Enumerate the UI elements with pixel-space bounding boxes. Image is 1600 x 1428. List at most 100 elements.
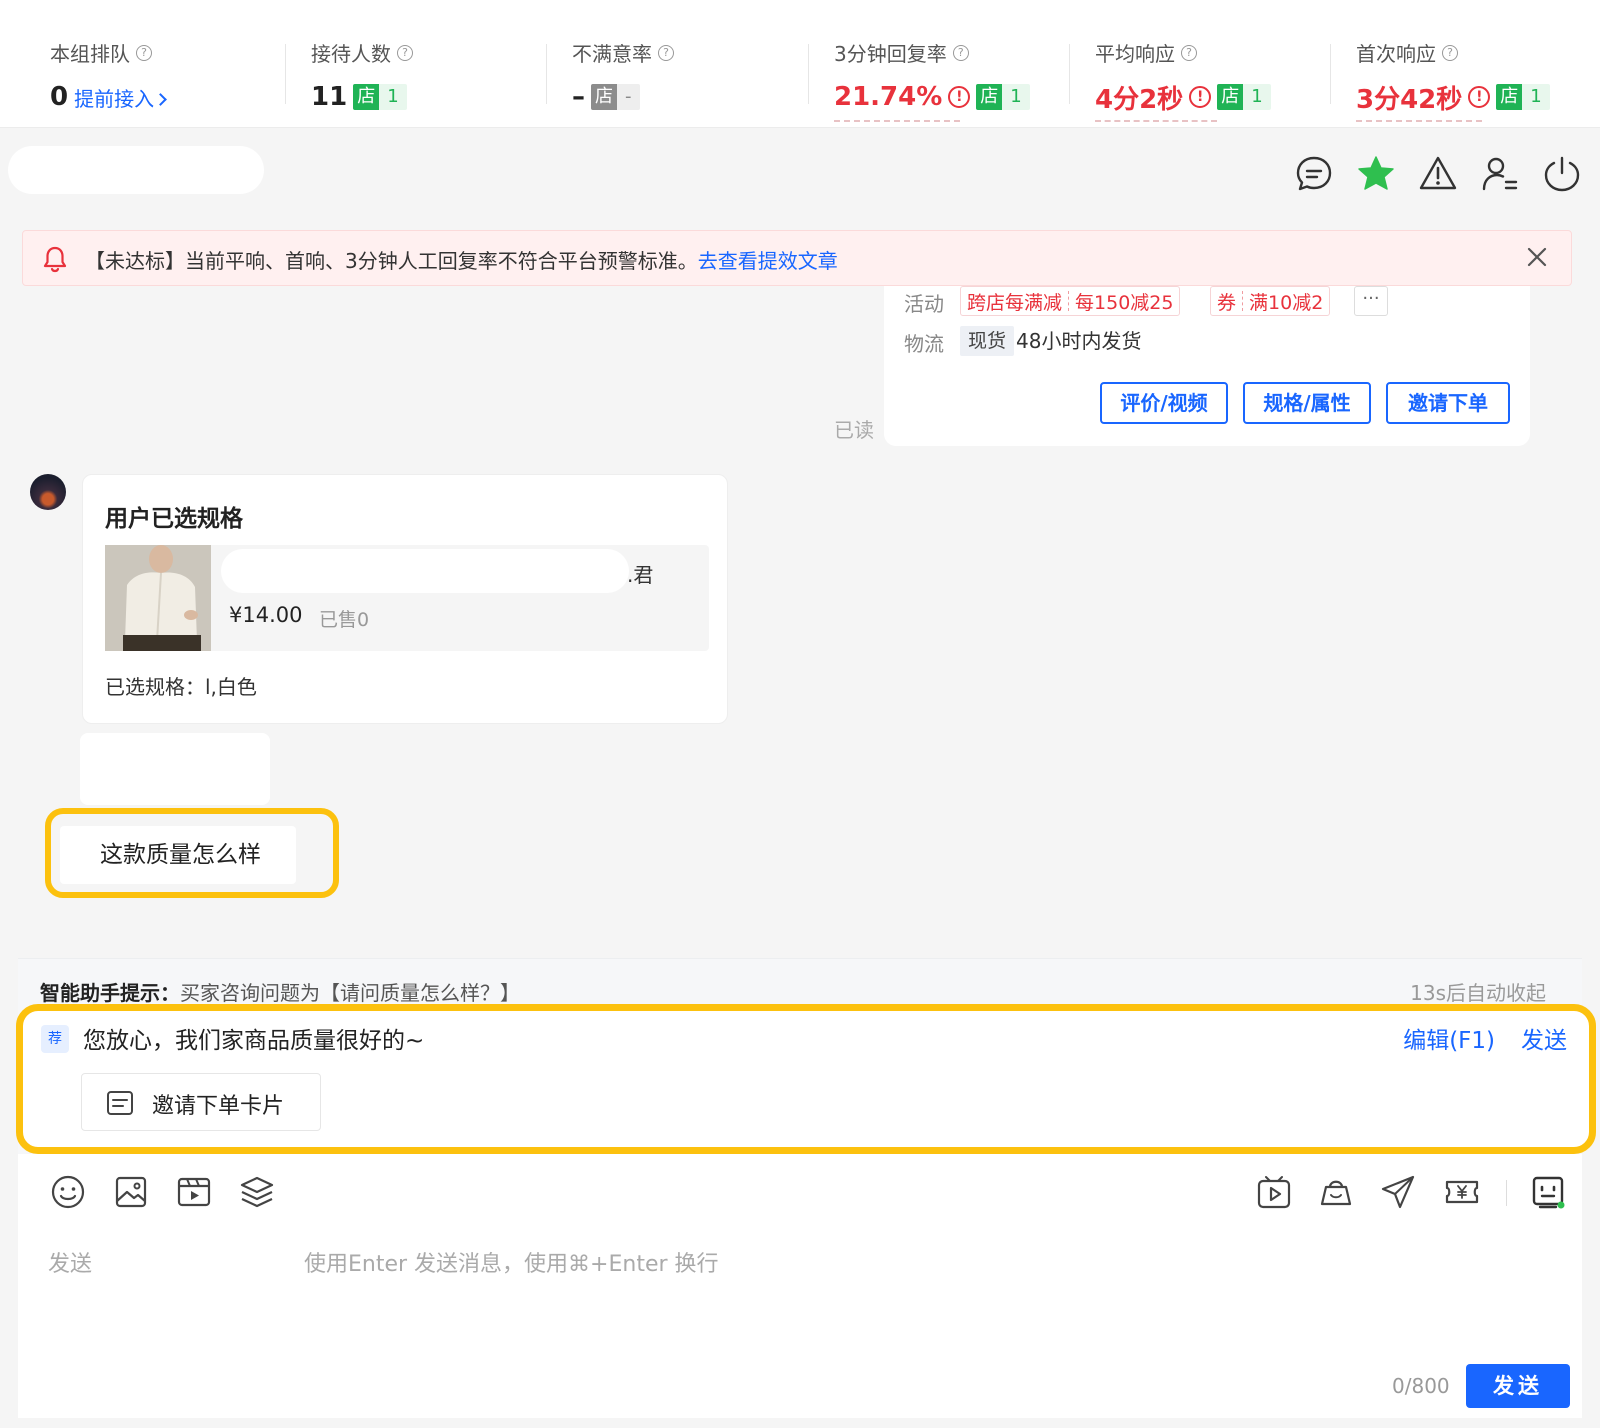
suggested-reply-text[interactable]: 您放心，我们家商品质量很好的~: [83, 1021, 424, 1055]
reviews-video-button[interactable]: 评价/视频: [1100, 382, 1228, 424]
logistics-label: 物流: [904, 332, 944, 356]
early-access-link[interactable]: 提前接入: [74, 83, 167, 112]
stat-3min-reply-rate: 3分钟回复率? 21.74% ! 店1: [834, 38, 1030, 122]
warning-icon[interactable]: [1418, 154, 1458, 194]
shipping-text: 48小时内发货: [1016, 329, 1142, 353]
product-name-tail: .君: [627, 563, 654, 587]
promo-tag-cross-store: 跨店每满减 每150减25: [960, 286, 1181, 316]
efficiency-article-link[interactable]: 去查看提效文章: [698, 249, 838, 273]
selected-spec-card: 用户已选规格 .君 ¥14.00 已售0 已选规格：l,白色: [82, 474, 728, 724]
assistant-hint: 智能助手提示：买家咨询问题为【请问质量怎么样？】: [40, 981, 520, 1005]
spec-attributes-button[interactable]: 规格/属性: [1243, 382, 1371, 424]
help-icon[interactable]: ?: [952, 44, 969, 61]
message-input[interactable]: 使用Enter 发送消息，使用⌘+Enter 换行: [304, 1246, 719, 1278]
help-icon[interactable]: ?: [397, 44, 413, 61]
bell-icon: [43, 246, 67, 273]
alert-icon: !: [1189, 86, 1212, 108]
selected-spec-text: 已选规格：l,白色: [105, 675, 257, 699]
more-promos-button[interactable]: ···: [1354, 286, 1388, 316]
stat-queue: 本组排队? 0 提前接入: [50, 38, 167, 118]
send-plane-icon[interactable]: [1380, 1174, 1416, 1210]
activity-label: 活动: [904, 292, 944, 316]
stat-value: –: [572, 82, 585, 112]
dashed-underline: [834, 120, 960, 122]
help-icon[interactable]: ?: [1181, 44, 1197, 61]
star-icon[interactable]: [1356, 154, 1396, 194]
message-bubble-placeholder: [80, 733, 270, 805]
help-icon[interactable]: ?: [1442, 44, 1458, 61]
stat-value: 11: [311, 82, 348, 112]
shop-tag[interactable]: 店1: [1496, 84, 1550, 110]
spec-product[interactable]: .君 ¥14.00 已售0: [105, 545, 709, 651]
stat-title: 接待人数: [311, 42, 391, 66]
layers-icon[interactable]: [239, 1174, 275, 1210]
product-sold: 已售0: [319, 609, 370, 631]
product-photo-icon: [105, 545, 211, 651]
recommend-badge: 荐: [41, 1025, 69, 1053]
customer-name-placeholder: [8, 146, 264, 194]
stat-title: 本组排队: [50, 42, 130, 66]
shop-tag[interactable]: 店1: [353, 84, 407, 110]
image-icon[interactable]: [113, 1174, 149, 1210]
help-icon[interactable]: ?: [136, 44, 152, 61]
char-counter: 0/800: [1392, 1374, 1450, 1398]
shop-tag[interactable]: 店1: [976, 84, 1030, 110]
shop-tag[interactable]: 店1: [1217, 84, 1271, 110]
avatar[interactable]: [30, 474, 66, 510]
video-play-icon[interactable]: [1256, 1174, 1292, 1210]
invite-order-button[interactable]: 邀请下单: [1386, 382, 1510, 424]
close-icon[interactable]: [1525, 245, 1549, 269]
divider: [808, 44, 809, 104]
user-transfer-icon[interactable]: [1480, 154, 1520, 194]
stat-title: 首次响应: [1356, 42, 1436, 66]
toolbar-divider: [1506, 1180, 1507, 1206]
emoji-icon[interactable]: [50, 1174, 86, 1210]
stock-tag: 现货: [960, 326, 1015, 356]
stat-value: 3分42秒: [1356, 84, 1463, 115]
send-reply-button[interactable]: 发送: [1521, 1021, 1567, 1055]
invite-order-card-button[interactable]: 邀请下单卡片: [81, 1073, 321, 1131]
power-icon[interactable]: [1542, 154, 1582, 194]
help-icon[interactable]: ?: [658, 44, 674, 61]
product-price: ¥14.00: [229, 603, 303, 627]
product-image: [105, 545, 211, 651]
banner-text: 【未达标】当前平响、首响、3分钟人工回复率不符合平台预警标准。: [85, 249, 698, 273]
shop-tag[interactable]: 店-: [591, 84, 640, 110]
alert-icon: !: [1468, 86, 1491, 108]
dashed-underline: [1356, 120, 1482, 122]
suggested-reply-box: 荐 您放心，我们家商品质量很好的~ 编辑(F1) 发送 邀请下单卡片: [16, 1004, 1596, 1154]
promo-tag-coupon: 券满10减2: [1210, 286, 1331, 316]
divider: [546, 44, 547, 104]
divider: [1069, 44, 1070, 104]
chat-bubble-icon[interactable]: [1294, 154, 1334, 194]
alert-icon: !: [948, 86, 971, 108]
input-label: 发送: [48, 1252, 93, 1277]
video-icon[interactable]: [176, 1174, 212, 1210]
warning-banner: 【未达标】当前平响、首响、3分钟人工回复率不符合平台预警标准。去查看提效文章: [22, 230, 1572, 286]
highlight-frame: [45, 808, 339, 898]
auto-collapse-countdown[interactable]: 13s后自动收起: [1410, 977, 1546, 1006]
stat-first-response: 首次响应? 3分42秒 ! 店1: [1356, 38, 1550, 122]
stat-title: 平均响应: [1095, 42, 1175, 66]
dashed-underline: [1095, 120, 1217, 122]
stat-title: 不满意率: [572, 42, 652, 66]
product-name-placeholder: [221, 549, 629, 593]
card-icon: [107, 1091, 133, 1115]
stat-dissatisfaction: 不满意率? – 店-: [572, 38, 674, 118]
stat-received: 接待人数? 11 店1: [311, 38, 413, 118]
stat-value: 4分2秒: [1095, 84, 1184, 115]
send-button[interactable]: 发送: [1466, 1364, 1570, 1408]
edit-reply-button[interactable]: 编辑(F1): [1403, 1021, 1495, 1055]
robot-icon[interactable]: [1530, 1174, 1566, 1210]
stat-value: 21.74%: [834, 82, 943, 112]
coupon-icon[interactable]: [1444, 1174, 1480, 1210]
divider: [285, 44, 286, 104]
stat-title: 3分钟回复率: [834, 42, 947, 66]
shopping-bag-icon[interactable]: [1318, 1174, 1354, 1210]
spec-card-title: 用户已选规格: [105, 506, 243, 532]
divider: [1330, 44, 1331, 104]
read-status: 已读: [834, 418, 874, 442]
chevron-right-icon: [154, 92, 167, 106]
stat-avg-response: 平均响应? 4分2秒 ! 店1: [1095, 38, 1271, 122]
stat-value: 0: [50, 82, 69, 112]
